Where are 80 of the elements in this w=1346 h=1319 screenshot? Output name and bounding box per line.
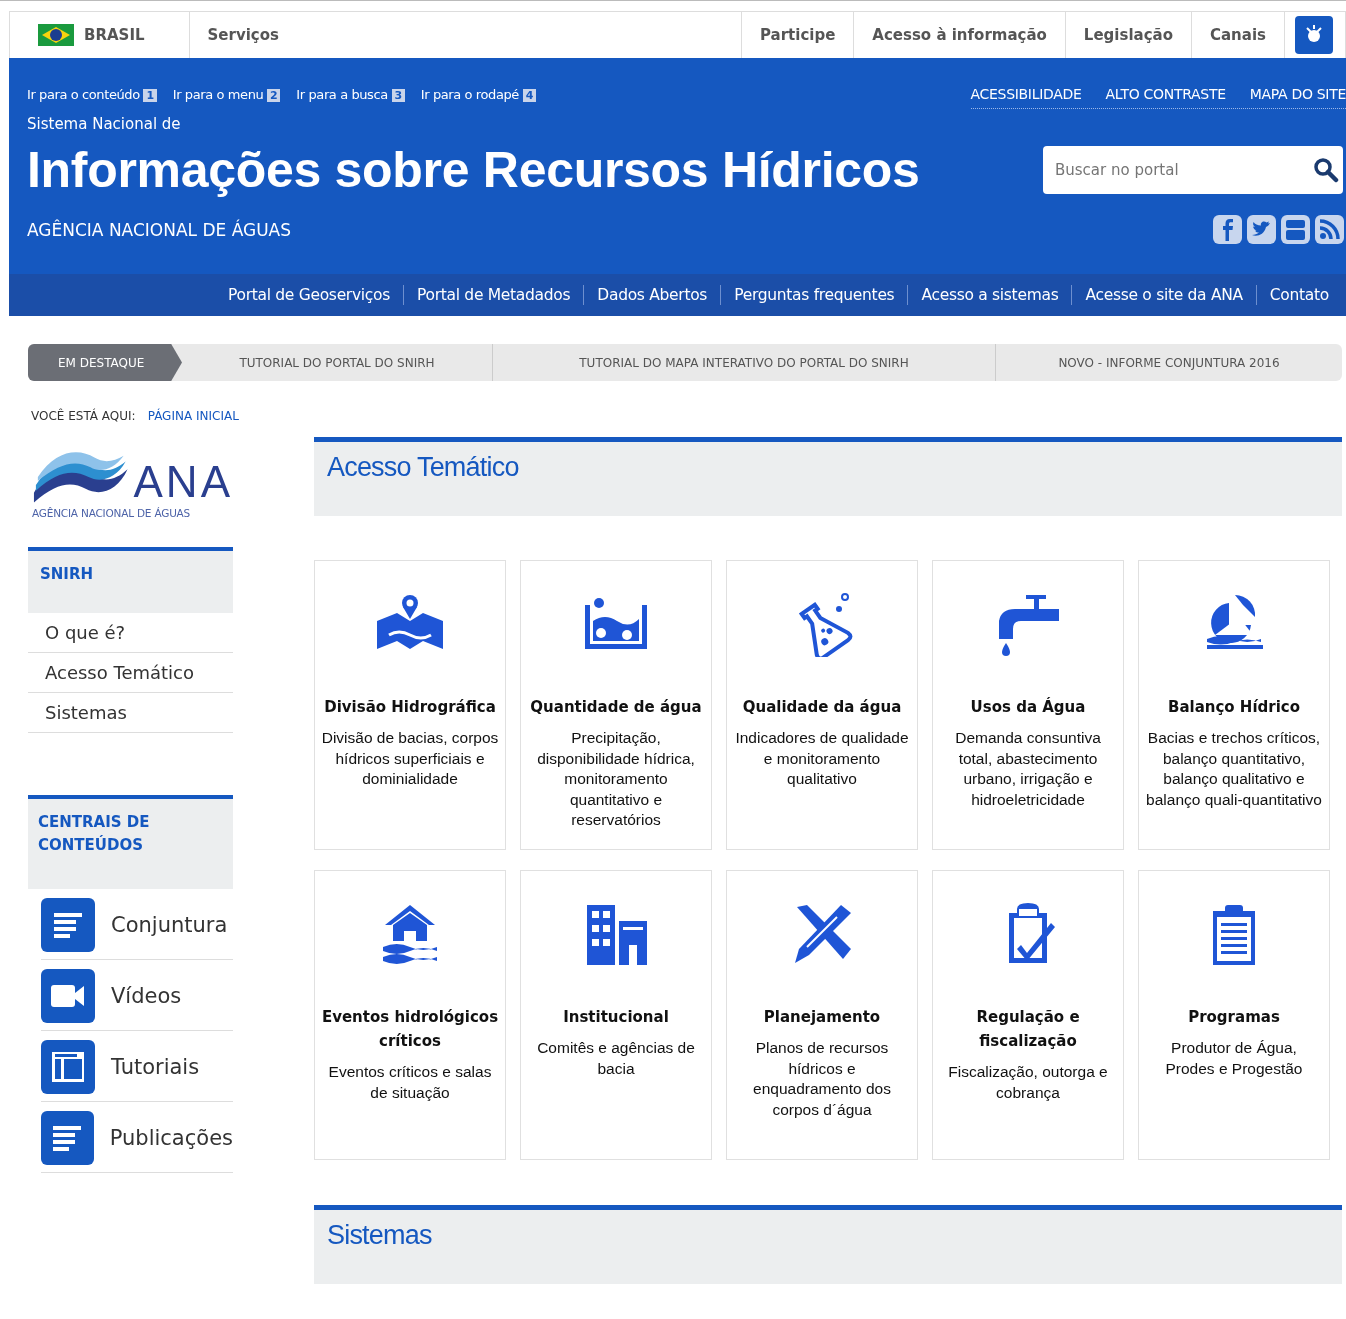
highlight-link[interactable]: TUTORIAL DO PORTAL DO SNIRH xyxy=(182,344,493,381)
card-description: Indicadores de qualidade e monitoramento qualitativo xyxy=(734,728,910,789)
sidebar-item[interactable]: Sistemas xyxy=(28,693,233,733)
card-title: Balanço Hídrico xyxy=(1167,697,1301,718)
flag-icon xyxy=(38,24,74,46)
card-description: Bacias e trechos críticos, balanço quantitativo, balanço qualitativo e balanço quali-quantitativo xyxy=(1145,728,1323,810)
content-link[interactable]: Vídeos xyxy=(111,983,182,1008)
section-title: Sistemas xyxy=(327,1220,433,1251)
site-subtitle: Sistema Nacional de xyxy=(27,115,182,133)
search-bar[interactable]: Buscar no portal xyxy=(1043,146,1343,194)
text-lines-icon[interactable] xyxy=(41,897,95,952)
topic-card[interactable]: Institucional Comitês e agências de bacia xyxy=(520,870,712,1160)
utility-link[interactable]: MAPA DO SITE xyxy=(1249,86,1346,102)
topic-card[interactable]: Balanço Hídrico Bacias e trechos críticos, balanço quantitativo, balanço qualitativo e balanço quali-quantitativo xyxy=(1138,560,1330,850)
tv-icon[interactable] xyxy=(1281,215,1310,244)
text-lines-icon[interactable] xyxy=(41,1110,94,1165)
video-camera-icon[interactable] xyxy=(41,968,95,1023)
card-description: Planos de recursos hídricos e enquadramento dos corpos d´água xyxy=(752,1038,892,1120)
card-description: Produtor de Água, Prodes e Progestão xyxy=(1164,1038,1304,1079)
card-title: Eventos hidrológicos críticos xyxy=(321,1007,499,1052)
topic-card[interactable]: Usos da Água Demanda consuntiva total, abastecimento urbano, irrigação e hidroeletricidade xyxy=(932,560,1124,850)
content-link[interactable]: Publicações xyxy=(109,1125,233,1150)
layout-icon[interactable] xyxy=(41,1039,95,1094)
card-title: Planejamento xyxy=(763,1007,881,1028)
card-description: Divisão de bacias, corpos hídricos superficiais e dominialidade xyxy=(321,728,499,789)
nav-link[interactable]: Portal de Geoserviços xyxy=(214,286,403,304)
nav-link[interactable]: Portal de Metadados xyxy=(404,286,584,304)
utility-link[interactable]: ACESSIBILIDADE xyxy=(970,86,1082,102)
utility-link[interactable]: ALTO CONTRASTE xyxy=(1105,86,1226,102)
card-title: Regulação e fiscalização xyxy=(975,1007,1081,1052)
menu-heading: SNIRH xyxy=(28,547,233,613)
topic-card[interactable]: Regulação e fiscalização Fiscalização, outorga e cobrança xyxy=(932,870,1124,1160)
facebook-icon[interactable] xyxy=(1213,215,1242,244)
breadcrumb-link[interactable]: PÁGINA INICIAL xyxy=(147,409,239,423)
topic-card[interactable]: Programas Produtor de Água, Prodes e Progestão xyxy=(1138,870,1330,1160)
card-title: Programas xyxy=(1188,1007,1280,1028)
highlight-link[interactable]: TUTORIAL DO MAPA INTERATIVO DO PORTAL DO SNIRH xyxy=(493,344,996,381)
card-description: Comitês e agências de bacia xyxy=(536,1038,696,1079)
gov-link[interactable]: Serviços xyxy=(189,12,297,58)
card-title: Qualidade da água xyxy=(742,697,902,718)
site-title: Informações sobre Recursos Hídricos xyxy=(27,141,920,199)
content-link[interactable]: Tutoriais xyxy=(111,1054,200,1079)
logo-tagline: AGÊNCIA NACIONAL DE ÁGUAS xyxy=(32,507,192,519)
highlight-link[interactable]: NOVO - INFORME CONJUNTURA 2016 xyxy=(996,344,1342,381)
nav-link[interactable]: Perguntas frequentes xyxy=(721,286,908,304)
card-description: Eventos críticos e salas de situação xyxy=(327,1062,493,1103)
logo-name: ANA xyxy=(133,457,233,507)
skip-link[interactable]: Ir para o rodapé 4 xyxy=(420,87,536,102)
nav-link[interactable]: Acesso a sistemas xyxy=(908,286,1072,304)
agency-name: AGÊNCIA NACIONAL DE ÁGUAS xyxy=(27,219,291,240)
card-title: Divisão Hidrográfica xyxy=(324,697,496,718)
search-icon[interactable] xyxy=(1313,157,1339,183)
sidebar-item[interactable]: O que é? xyxy=(28,613,233,653)
section-title: Acesso Temático xyxy=(327,452,520,483)
card-description: Demanda consuntiva total, abastecimento urbano, irrigação e hidroeletricidade xyxy=(954,728,1102,810)
skip-link[interactable]: Ir para o menu 2 xyxy=(172,87,281,102)
card-title: Quantidade de água xyxy=(530,697,702,718)
nav-link[interactable]: Dados Abertos xyxy=(584,286,721,304)
accessibility-icon[interactable] xyxy=(1295,16,1333,54)
card-description: Fiscalização, outorga e cobrança xyxy=(947,1062,1109,1103)
topic-card[interactable]: Eventos hidrológicos críticos Eventos críticos e salas de situação xyxy=(314,870,506,1160)
nav-link[interactable]: Acesse o site da ANA xyxy=(1072,286,1256,304)
topic-card[interactable]: Quantidade de água Precipitação, disponibilidade hídrica, monitoramento quantitativo e reservatórios xyxy=(520,560,712,850)
topic-card[interactable]: Divisão Hidrográfica Divisão de bacias, corpos hídricos superficiais e dominialidade xyxy=(314,560,506,850)
country-label[interactable]: BRASIL xyxy=(84,26,145,44)
topic-card[interactable]: Qualidade da água Indicadores de qualidade e monitoramento qualitativo xyxy=(726,560,918,850)
rss-icon[interactable] xyxy=(1315,215,1344,244)
menu-heading: CENTRAIS DE CONTEÚDOS xyxy=(28,795,233,889)
card-description: Precipitação, disponibilidade hídrica, monitoramento quantitativo e reservatórios xyxy=(536,728,696,830)
bird-icon[interactable] xyxy=(1247,215,1276,244)
sidebar-item[interactable]: Acesso Temático xyxy=(28,653,233,693)
nav-link[interactable]: Contato xyxy=(1256,286,1342,304)
topic-card[interactable]: Planejamento Planos de recursos hídricos e enquadramento dos corpos d´água xyxy=(726,870,918,1160)
card-title: Institucional xyxy=(563,1007,669,1028)
skip-link[interactable]: Ir para a busca 3 xyxy=(296,87,405,102)
highlight-label: EM DESTAQUE xyxy=(28,344,182,381)
breadcrumb-label: VOCÊ ESTÁ AQUI: xyxy=(31,409,136,423)
card-title: Usos da Água xyxy=(970,696,1086,718)
skip-link[interactable]: Ir para o conteúdo 1 xyxy=(27,87,157,102)
content-link[interactable]: Conjuntura xyxy=(111,912,228,937)
